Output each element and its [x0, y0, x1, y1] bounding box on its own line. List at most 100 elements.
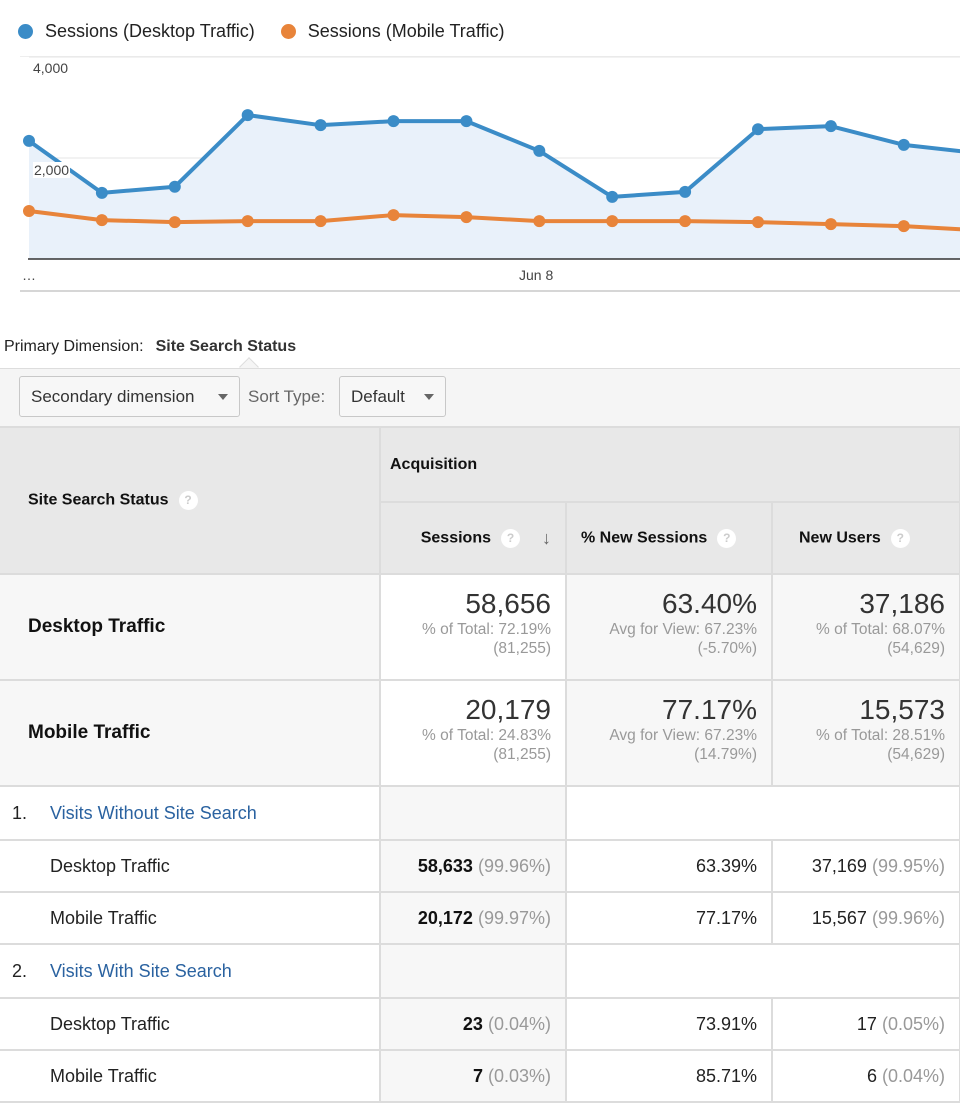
data-point: [460, 115, 473, 128]
sessions-pct: (0.03%): [487, 1065, 551, 1086]
summary-sessions-cell: 58,656 % of Total: 72.19% (81,255): [379, 573, 567, 681]
group-row: 2. Visits With Site Search: [0, 943, 960, 999]
sessions-value: 58,633: [417, 855, 473, 876]
data-point: [679, 215, 692, 228]
sessions-value: 23: [462, 1013, 483, 1034]
group-row: 1. Visits Without Site Search: [0, 785, 960, 841]
sessions-pct: (99.96%): [477, 855, 551, 876]
group-index: 2.: [12, 960, 28, 981]
sort-descending-arrow-icon[interactable]: ↓: [542, 528, 551, 549]
dropdown-arrow-icon: [424, 394, 434, 400]
data-point: [460, 211, 473, 224]
summary-value: 63.40%: [662, 588, 757, 619]
new-users-header-label: New Users: [799, 529, 881, 547]
dimension-header-label: Site Search Status: [28, 491, 169, 509]
new-users-cell: 6 (0.04%): [771, 1049, 960, 1103]
group-link-visits-with-site-search[interactable]: Visits With Site Search: [50, 961, 232, 981]
group-sessions-cell: [379, 943, 567, 999]
summary-total: (14.79%): [694, 746, 757, 763]
summary-sub-value: % of Total: 68.07%: [816, 621, 945, 638]
new-sessions-cell: 85.71%: [565, 1049, 773, 1103]
new-users-cell: 37,169 (99.95%): [771, 839, 960, 893]
data-point: [606, 190, 619, 203]
summary-total: (81,255): [493, 746, 551, 763]
legend-dot-mobile-icon: [280, 23, 296, 39]
summary-total: (54,629): [887, 746, 945, 763]
data-point: [168, 216, 181, 229]
data-point: [533, 144, 546, 157]
sessions-column-header[interactable]: Sessions? ↓: [379, 501, 567, 575]
data-point: [241, 109, 254, 122]
help-icon[interactable]: ?: [178, 491, 198, 510]
legend-item-mobile[interactable]: Sessions (Mobile Traffic): [280, 21, 504, 42]
new-sessions-cell: 63.39%: [565, 839, 773, 893]
acquisition-group-header: Acquisition: [379, 426, 960, 503]
sessions-cell: 7 (0.03%): [379, 1049, 567, 1103]
summary-value: 20,179: [465, 694, 551, 725]
new-sessions-cell: 73.91%: [565, 997, 773, 1051]
summary-value: 15,573: [859, 694, 945, 725]
summary-row: Desktop Traffic 58,656 % of Total: 72.19…: [0, 573, 960, 681]
table-row: Desktop Traffic 23 (0.04%) 73.91% 17 (0.…: [0, 997, 960, 1051]
summary-total: (-5.70%): [697, 640, 757, 657]
table-toolbar: Secondary dimension Sort Type: Default: [0, 368, 960, 426]
data-point: [314, 215, 327, 228]
data-point: [897, 138, 910, 151]
group-label-cell: 1. Visits Without Site Search: [0, 785, 381, 841]
chart-bottom-border: [20, 290, 960, 292]
legend-label-desktop: Sessions (Desktop Traffic): [45, 20, 255, 41]
y-tick-label: 4,000: [33, 60, 69, 76]
help-icon[interactable]: ?: [717, 528, 737, 548]
row-label: Desktop Traffic: [0, 997, 381, 1051]
group-link-visits-without-site-search[interactable]: Visits Without Site Search: [50, 803, 257, 823]
sessions-pct: (99.97%): [477, 907, 551, 928]
sessions-cell: 23 (0.04%): [379, 997, 567, 1051]
x-tick-label: …: [22, 267, 36, 283]
legend-item-desktop[interactable]: Sessions (Desktop Traffic): [18, 21, 255, 42]
new-users-value: 37,169: [811, 855, 867, 876]
secondary-dimension-label: Secondary dimension: [31, 386, 195, 406]
sessions-cell: 58,633 (99.96%): [379, 839, 567, 893]
table-row: Mobile Traffic 7 (0.03%) 85.71% 6 (0.04%…: [0, 1049, 960, 1103]
group-index: 1.: [12, 802, 28, 823]
data-point: [824, 218, 837, 231]
summary-total: (54,629): [887, 640, 945, 657]
primary-dimension-value[interactable]: Site Search Status: [156, 338, 297, 356]
row-label: Mobile Traffic: [0, 1049, 381, 1103]
sort-type-dropdown[interactable]: Default: [339, 376, 446, 417]
y-tick-label: 2,000: [33, 162, 71, 178]
sessions-line-chart: 4,000 2,000 … Jun 8: [0, 56, 960, 293]
table-row: Mobile Traffic 20,172 (99.97%) 77.17% 15…: [0, 891, 960, 945]
sessions-value: 20,172: [417, 907, 473, 928]
sessions-value: 7: [472, 1065, 483, 1086]
data-point: [23, 134, 35, 147]
data-point: [606, 215, 619, 228]
primary-dimension: Primary Dimension: Site Search Status: [4, 338, 297, 377]
summary-row-label: Mobile Traffic: [0, 679, 381, 787]
secondary-dimension-dropdown[interactable]: Secondary dimension: [19, 376, 240, 417]
data-point: [314, 119, 327, 132]
new-users-pct: (0.04%): [881, 1065, 945, 1086]
group-empty-cell: [565, 943, 960, 999]
row-label: Mobile Traffic: [0, 891, 381, 945]
data-point: [23, 205, 35, 218]
summary-new-sessions-cell: 63.40% Avg for View: 67.23% (-5.70%): [565, 573, 773, 681]
summary-value: 37,186: [859, 588, 945, 619]
help-icon[interactable]: ?: [890, 528, 910, 548]
new-users-pct: (0.05%): [881, 1013, 945, 1034]
legend-dot-desktop-icon: [18, 23, 33, 39]
summary-row: Mobile Traffic 20,179 % of Total: 24.83%…: [0, 679, 960, 787]
new-users-value: 15,567: [811, 907, 867, 928]
new-sessions-column-header[interactable]: % New Sessions?: [565, 501, 773, 575]
summary-sub-value: Avg for View: 67.23%: [609, 621, 757, 638]
help-icon[interactable]: ?: [501, 528, 520, 548]
summary-new-users-cell: 15,573 % of Total: 28.51% (54,629): [771, 679, 960, 787]
data-point: [897, 220, 910, 233]
sessions-pct: (0.04%): [487, 1013, 551, 1034]
table-row: Desktop Traffic 58,633 (99.96%) 63.39% 3…: [0, 839, 960, 893]
summary-row-label: Desktop Traffic: [0, 573, 381, 681]
new-users-cell: 15,567 (99.96%): [771, 891, 960, 945]
summary-sub-value: % of Total: 72.19%: [422, 621, 551, 638]
new-users-column-header[interactable]: New Users?: [771, 501, 960, 575]
group-label-cell: 2. Visits With Site Search: [0, 943, 381, 999]
